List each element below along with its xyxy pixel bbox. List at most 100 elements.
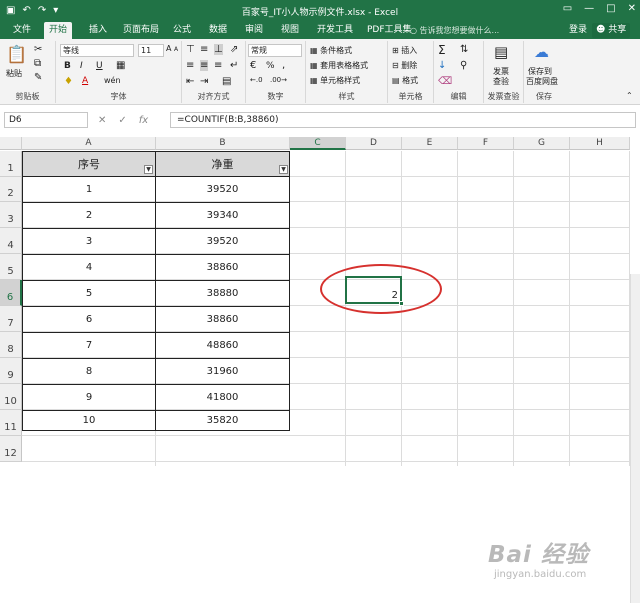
row-header-6[interactable]: 6 xyxy=(0,280,22,306)
phonetic-icon[interactable]: wén xyxy=(104,76,121,85)
header-cell[interactable]: 序号 xyxy=(23,152,156,177)
currency-icon[interactable]: € xyxy=(250,60,256,71)
tab-insert[interactable]: 插入 xyxy=(84,22,112,39)
tab-view[interactable]: 视图 xyxy=(276,22,304,39)
row-header-3[interactable]: 3 xyxy=(0,202,22,228)
wrap-text-icon[interactable]: ↵ xyxy=(230,60,238,71)
bold-button[interactable]: B xyxy=(64,61,71,71)
column-header-a[interactable]: A xyxy=(22,137,156,150)
number-format-select[interactable]: 常规 xyxy=(248,44,302,57)
column-header-b[interactable]: B xyxy=(156,137,290,150)
fill-handle[interactable] xyxy=(399,301,404,306)
login-link[interactable]: 登录 xyxy=(569,22,587,39)
align-bottom-icon[interactable]: ⊥ xyxy=(214,44,223,55)
ribbon-display-icon[interactable]: ▭ xyxy=(563,3,572,14)
increase-indent-icon[interactable]: ⇥ xyxy=(200,76,208,87)
font-name-select[interactable]: 等线 xyxy=(60,44,134,57)
row-header-1[interactable]: 1 xyxy=(0,151,22,177)
tab-developer[interactable]: 开发工具 xyxy=(312,22,358,39)
table-cell[interactable]: 35820 xyxy=(156,411,289,430)
invoice-icon[interactable]: ▤ xyxy=(494,43,508,61)
table-cell[interactable]: 6 xyxy=(23,307,156,333)
shrink-font-icon[interactable]: A xyxy=(174,46,178,53)
row-header-9[interactable]: 9 xyxy=(0,358,22,384)
table-cell[interactable]: 39340 xyxy=(156,203,289,229)
table-cell[interactable]: 48860 xyxy=(156,333,289,359)
row-header-12[interactable]: 12 xyxy=(0,436,22,462)
fill-color-icon[interactable]: ♦ xyxy=(64,76,73,87)
merge-center-icon[interactable]: ▤ xyxy=(222,76,231,87)
column-header-g[interactable]: G xyxy=(514,137,570,150)
table-cell[interactable]: 2 xyxy=(23,203,156,229)
copy-icon[interactable]: ⧉ xyxy=(34,58,41,69)
sort-filter-icon[interactable]: ⇅ xyxy=(460,44,468,55)
font-color-icon[interactable]: A xyxy=(82,76,88,86)
vertical-scrollbar[interactable] xyxy=(630,274,640,603)
invoice-check-line2[interactable]: 查验 xyxy=(493,76,509,87)
row-header-4[interactable]: 4 xyxy=(0,228,22,254)
tab-home[interactable]: 开始 xyxy=(44,22,73,39)
enter-icon[interactable]: ✓ xyxy=(118,115,126,126)
filter-dropdown-icon[interactable]: ▼ xyxy=(144,165,153,174)
row-header-10[interactable]: 10 xyxy=(0,384,22,410)
header-cell[interactable]: 净重 xyxy=(156,152,289,177)
collapse-ribbon-icon[interactable]: ⌃ xyxy=(626,91,633,100)
spreadsheet-grid[interactable]: A B C D E F G H 1 2 3 4 5 6 7 8 9 10 11 … xyxy=(0,137,640,603)
tab-file[interactable]: 文件 xyxy=(8,22,36,39)
table-cell[interactable]: 39520 xyxy=(156,229,289,255)
format-cells-button[interactable]: ▤ 格式 xyxy=(392,75,418,86)
select-all-corner[interactable] xyxy=(0,137,22,150)
row-header-11[interactable]: 11 xyxy=(0,410,22,436)
italic-button[interactable]: I xyxy=(80,61,83,71)
table-cell[interactable]: 39520 xyxy=(156,177,289,203)
active-cell-d6[interactable]: 2 xyxy=(345,276,404,306)
table-cell[interactable]: 4 xyxy=(23,255,156,281)
decrease-indent-icon[interactable]: ⇤ xyxy=(186,76,194,87)
format-painter-icon[interactable]: ✎ xyxy=(34,72,42,83)
table-cell[interactable]: 41800 xyxy=(156,385,289,411)
font-size-select[interactable]: 11 xyxy=(138,44,164,57)
conditional-format-button[interactable]: ▦ 条件格式 xyxy=(310,45,352,56)
increase-decimal-icon[interactable]: ←.0 xyxy=(250,76,263,84)
table-cell[interactable]: 8 xyxy=(23,359,156,385)
table-cell[interactable]: 9 xyxy=(23,385,156,411)
row-header-5[interactable]: 5 xyxy=(0,254,22,280)
tab-formulas[interactable]: 公式 xyxy=(168,22,196,39)
autosum-icon[interactable]: Σ xyxy=(438,43,446,57)
align-right-icon[interactable]: ≡ xyxy=(214,60,222,71)
percent-button[interactable]: % xyxy=(266,61,275,71)
close-button[interactable]: ✕ xyxy=(628,3,636,14)
table-cell[interactable]: 5 xyxy=(23,281,156,307)
insert-function-icon[interactable]: fx xyxy=(139,115,148,126)
orientation-icon[interactable]: ⇗ xyxy=(230,44,238,55)
decrease-decimal-icon[interactable]: .00→ xyxy=(270,76,287,84)
tab-pdf-tools[interactable]: PDF工具集 xyxy=(362,22,417,39)
align-center-icon[interactable]: ≡ xyxy=(200,60,209,71)
column-header-e[interactable]: E xyxy=(402,137,458,150)
delete-cells-button[interactable]: ⊟ 删除 xyxy=(392,60,417,71)
tab-data[interactable]: 数据 xyxy=(204,22,232,39)
table-cell[interactable]: 10 xyxy=(23,411,156,430)
cell-styles-button[interactable]: ▦ 单元格样式 xyxy=(310,75,360,86)
table-cell[interactable]: 3 xyxy=(23,229,156,255)
column-header-f[interactable]: F xyxy=(458,137,514,150)
tell-me-box[interactable]: ○ 告诉我您想要做什么... xyxy=(410,22,499,39)
clear-icon[interactable]: ⌫ xyxy=(438,76,452,87)
table-cell[interactable]: 38880 xyxy=(156,281,289,307)
table-cell[interactable]: 1 xyxy=(23,177,156,203)
underline-button[interactable]: U xyxy=(96,61,103,71)
insert-cells-button[interactable]: ⊞ 插入 xyxy=(392,45,417,56)
fill-icon[interactable]: ↓ xyxy=(438,60,446,71)
table-cell[interactable]: 7 xyxy=(23,333,156,359)
cancel-icon[interactable]: ✕ xyxy=(98,115,106,126)
table-cell[interactable]: 38860 xyxy=(156,307,289,333)
align-left-icon[interactable]: ≡ xyxy=(186,60,194,71)
formula-input[interactable]: =COUNTIF(B:B,38860) xyxy=(170,112,636,128)
column-header-d[interactable]: D xyxy=(346,137,402,150)
column-header-h[interactable]: H xyxy=(570,137,630,150)
name-box[interactable]: D6 xyxy=(4,112,88,128)
row-header-8[interactable]: 8 xyxy=(0,332,22,358)
maximize-button[interactable]: □ xyxy=(606,3,615,14)
comma-button[interactable]: , xyxy=(282,60,285,71)
cut-icon[interactable]: ✂ xyxy=(34,44,42,55)
